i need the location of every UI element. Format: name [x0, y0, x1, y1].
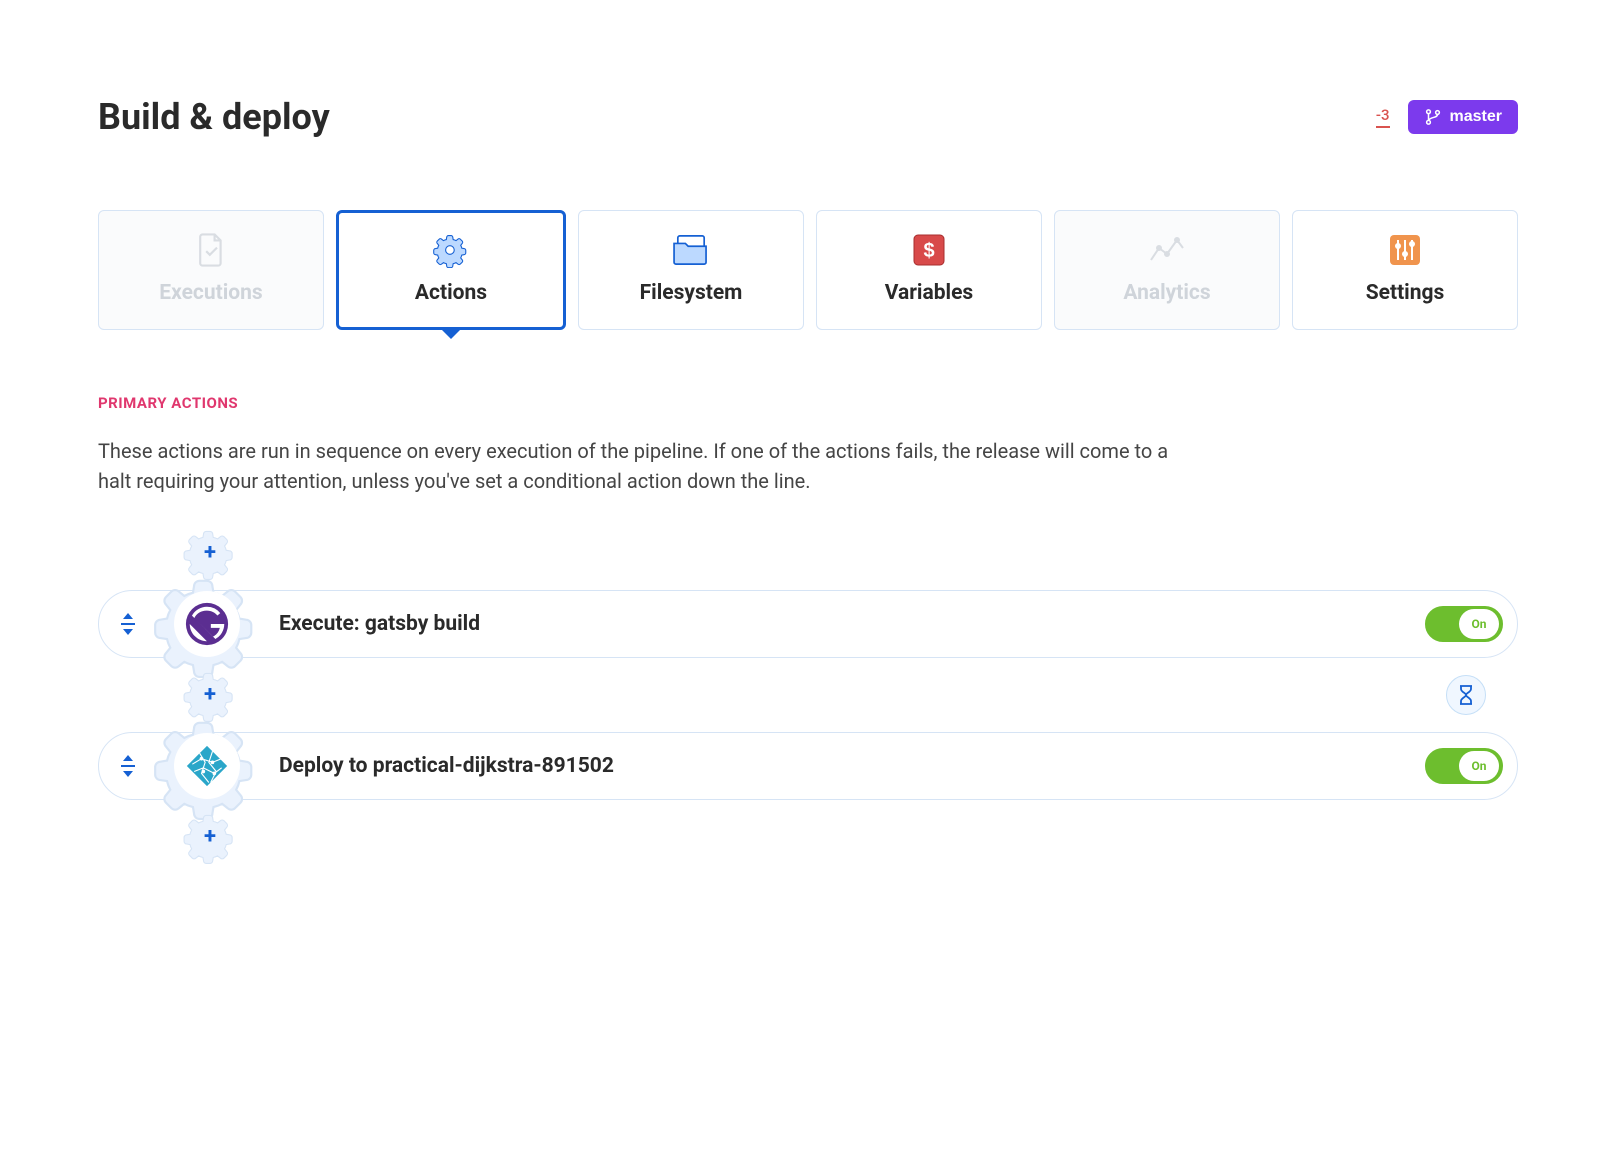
- toggle-knob: On: [1459, 751, 1499, 781]
- toggle-knob: On: [1459, 609, 1499, 639]
- tab-label: Actions: [415, 281, 487, 305]
- section-label: PRIMARY ACTIONS: [98, 394, 1518, 412]
- branch-button[interactable]: master: [1408, 100, 1518, 134]
- tab-analytics: Analytics: [1054, 210, 1280, 330]
- wait-badge[interactable]: [1446, 675, 1486, 715]
- section-description: These actions are run in sequence on eve…: [98, 436, 1188, 496]
- plus-icon: +: [204, 542, 216, 564]
- tab-label: Filesystem: [640, 281, 743, 305]
- tab-label: Analytics: [1123, 281, 1210, 305]
- dollar-box-icon: $: [913, 233, 945, 267]
- tab-label: Executions: [159, 281, 262, 305]
- action-row-1[interactable]: Deploy to practical-dijkstra-891502 On: [98, 732, 1518, 800]
- folders-icon: [672, 233, 710, 267]
- hourglass-icon: [1457, 684, 1475, 706]
- drag-handle[interactable]: [99, 755, 157, 777]
- file-check-icon: [196, 233, 226, 267]
- svg-text:$: $: [923, 240, 934, 262]
- action-label: Execute: gatsby build: [279, 612, 1425, 636]
- action-icon-holder: [153, 712, 261, 820]
- action-row-0[interactable]: Execute: gatsby build On: [98, 590, 1518, 658]
- plus-icon: +: [204, 826, 216, 848]
- sliders-icon: [1389, 233, 1421, 267]
- tab-settings[interactable]: Settings: [1292, 210, 1518, 330]
- chart-icon: [1149, 233, 1185, 267]
- gear-icon: [433, 233, 469, 267]
- tabs: Executions Actions Filesystem $ Variable…: [98, 210, 1518, 330]
- action-toggle[interactable]: On: [1425, 748, 1503, 784]
- branch-icon: [1424, 108, 1442, 126]
- page-title: Build & deploy: [98, 96, 330, 138]
- netlify-icon: [185, 744, 229, 788]
- gatsby-icon: [184, 601, 230, 647]
- header-right: -3 master: [1376, 100, 1518, 134]
- action-label: Deploy to practical-dijkstra-891502: [279, 754, 1425, 778]
- tab-filesystem[interactable]: Filesystem: [578, 210, 804, 330]
- plus-icon: +: [204, 684, 216, 706]
- tab-label: Settings: [1366, 281, 1445, 305]
- branch-label: master: [1450, 108, 1502, 126]
- add-action-bottom[interactable]: +: [183, 810, 237, 864]
- action-toggle[interactable]: On: [1425, 606, 1503, 642]
- tab-label: Variables: [885, 281, 973, 305]
- action-icon-holder: [153, 570, 261, 678]
- drag-handle[interactable]: [99, 613, 157, 635]
- diff-badge[interactable]: -3: [1376, 106, 1390, 128]
- tab-variables[interactable]: $ Variables: [816, 210, 1042, 330]
- tab-actions[interactable]: Actions: [336, 210, 566, 330]
- tab-executions: Executions: [98, 210, 324, 330]
